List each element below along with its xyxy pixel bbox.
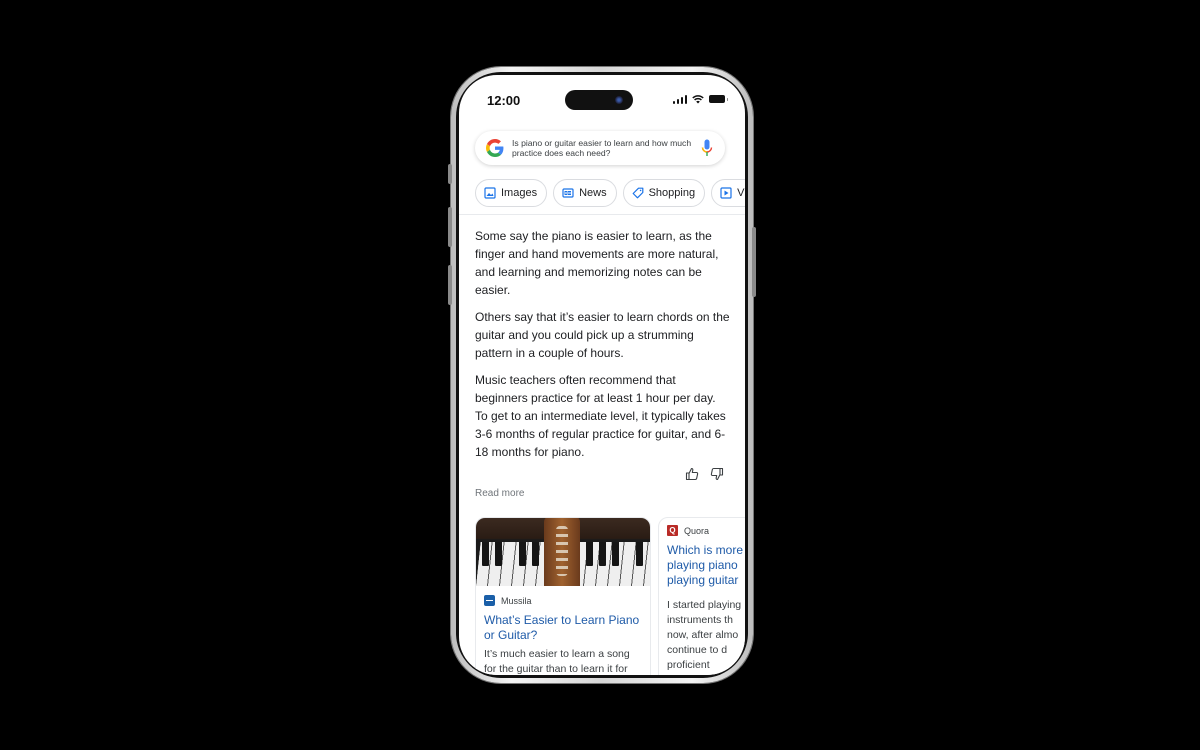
source-card-quora[interactable]: Q Quora Which is more playing piano play… [658, 517, 745, 675]
action-button [448, 164, 452, 184]
source-name: Mussila [501, 595, 532, 606]
source-name: Quora [684, 525, 710, 536]
chip-images[interactable]: Images [475, 179, 548, 207]
card-snippet: It’s much easier to learn a song for the… [476, 643, 650, 675]
snippet-line: for the guitar than to learn it for [484, 663, 628, 675]
snippet-line: continue to d [667, 644, 728, 656]
snippet-line: It’s much easier to learn a song [484, 648, 630, 660]
chip-label: News [579, 187, 607, 199]
chip-label: Shopping [648, 187, 696, 199]
card-source: Q Quora [659, 518, 745, 536]
chip-videos[interactable]: Videos [711, 179, 745, 207]
card-source: Mussila [476, 586, 650, 606]
play-icon [720, 187, 732, 199]
answer-paragraph: Others say that it’s easier to learn cho… [475, 310, 730, 360]
card-snippet: I started playing instruments th now, af… [659, 588, 745, 673]
status-time: 12:00 [487, 93, 521, 108]
microphone-icon[interactable] [701, 139, 713, 157]
phone-frame: 12:00 Is piano or guitar easier to learn… [448, 67, 756, 683]
mussila-favicon [484, 595, 495, 606]
ai-answer: Some say the piano is easier to learn, a… [475, 227, 731, 470]
volume-up-button [448, 207, 452, 247]
snippet-line: now, after almo [667, 629, 739, 641]
power-button [752, 227, 756, 297]
status-bar: 12:00 [459, 75, 745, 125]
snippet-line: proficient [667, 659, 710, 671]
source-cards: Mussila What’s Easier to Learn Piano or … [475, 517, 745, 675]
chip-label: Images [501, 187, 538, 199]
header-divider [459, 214, 745, 215]
thumbs-up-icon[interactable] [685, 467, 699, 481]
answer-paragraph: Some say the piano is easier to learn, a… [475, 229, 719, 297]
chip-shopping[interactable]: Shopping [622, 179, 706, 207]
search-filter-chips: Images News Shopping Videos [475, 179, 745, 207]
news-icon [562, 188, 574, 198]
wifi-icon [692, 95, 704, 104]
feedback-buttons [685, 467, 724, 481]
cellular-signal-icon [672, 94, 687, 104]
card-title[interactable]: What’s Easier to Learn Piano or Guitar? [476, 606, 650, 643]
battery-icon [709, 95, 728, 103]
thumbs-down-icon[interactable] [710, 467, 724, 481]
piano-guitar-thumbnail [476, 518, 650, 586]
answer-paragraph: Music teachers often recommend that begi… [475, 373, 726, 459]
status-icons [672, 94, 728, 104]
chip-label: Videos [737, 187, 745, 199]
title-line: playing piano [667, 558, 738, 572]
guitar-headstock [544, 518, 580, 586]
title-line: Which is more [667, 543, 744, 557]
chip-news[interactable]: News [553, 179, 617, 207]
volume-down-button [448, 265, 452, 305]
search-box[interactable]: Is piano or guitar easier to learn and h… [475, 131, 725, 165]
read-more-link[interactable]: Read more [475, 488, 524, 499]
image-icon [484, 187, 496, 199]
guitar-inlay [556, 526, 568, 576]
quora-favicon: Q [667, 525, 678, 536]
snippet-line: I started playing [667, 599, 742, 611]
search-query[interactable]: Is piano or guitar easier to learn and h… [512, 138, 692, 158]
title-line: playing guitar [667, 573, 739, 587]
dynamic-island [565, 90, 633, 110]
card-title[interactable]: Which is more playing piano playing guit… [659, 536, 745, 588]
front-camera [615, 96, 623, 104]
phone-screen: 12:00 Is piano or guitar easier to learn… [459, 75, 745, 675]
tag-icon [632, 187, 643, 199]
source-card-mussila[interactable]: Mussila What’s Easier to Learn Piano or … [475, 517, 651, 675]
google-g-icon [486, 139, 504, 157]
snippet-line: instruments th [667, 614, 733, 626]
